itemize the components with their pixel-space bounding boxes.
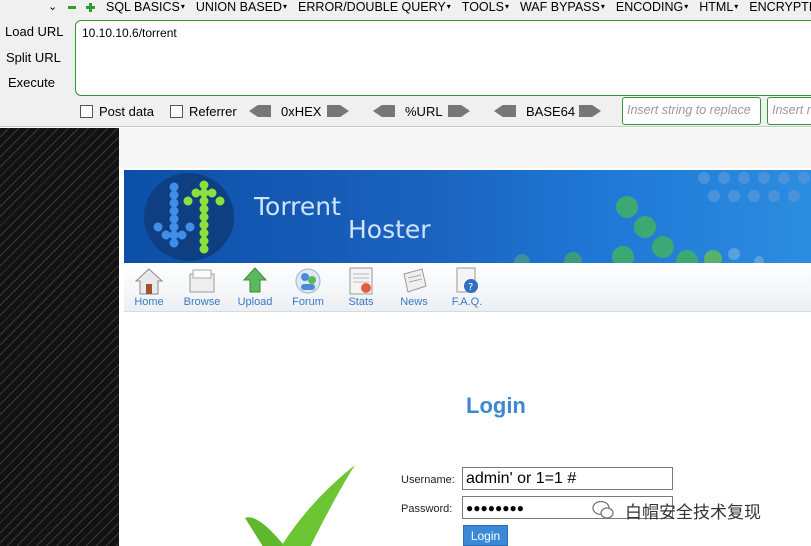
decor-dot	[708, 190, 720, 202]
checkmark-icon	[245, 465, 355, 546]
decor-dot	[728, 190, 740, 202]
screenshot-root: ⌄ SQL BASICS UNION BASED ERROR/DOUBLE QU…	[0, 0, 811, 546]
decor-dot	[634, 216, 656, 238]
menu-encoding[interactable]: ENCODING	[616, 0, 688, 14]
base64-label: BASE64	[526, 104, 576, 119]
base64-encode-arrow-icon[interactable]	[579, 105, 601, 117]
menu-sql-basics[interactable]: SQL BASICS	[106, 0, 185, 14]
hackbar-options-row: Post data Referrer 0xHEX %URL BASE64 Ins…	[0, 97, 811, 127]
nav-home[interactable]: Home	[127, 266, 171, 308]
brand-line-1: Torrent	[254, 192, 341, 221]
login-button[interactable]: Login	[463, 525, 508, 546]
decor-dot	[514, 254, 530, 263]
menu-union-based[interactable]: UNION BASED	[196, 0, 287, 14]
plus-icon[interactable]	[86, 3, 95, 12]
decor-dot	[564, 252, 582, 263]
decor-dot	[778, 172, 790, 184]
nav-forum[interactable]: Forum	[286, 266, 330, 308]
decor-dot	[748, 190, 760, 202]
minus-icon[interactable]	[68, 6, 76, 9]
nav-browse[interactable]: Browse	[180, 266, 224, 308]
stats-icon	[349, 267, 373, 295]
decor-dot	[718, 172, 730, 184]
nav-forum-label: Forum	[292, 296, 324, 308]
decor-dot	[612, 246, 634, 263]
replace-string-input[interactable]: Insert string to replace	[622, 97, 761, 125]
page-top-strip	[119, 128, 811, 168]
url-textarea[interactable]: 10.10.10.6/torrent	[75, 20, 811, 96]
base64-decode-arrow-icon[interactable]	[494, 105, 516, 117]
username-label: Username:	[401, 474, 455, 486]
url-decode-arrow-icon[interactable]	[373, 105, 395, 117]
password-label: Password:	[401, 503, 453, 515]
username-input[interactable]: admin' or 1=1 #	[462, 467, 673, 490]
menu-waf-bypass[interactable]: WAF BYPASS	[520, 0, 605, 14]
nav-upload[interactable]: Upload	[233, 266, 277, 308]
url-value: 10.10.10.6/torrent	[82, 26, 177, 40]
decor-dot	[798, 172, 810, 184]
decor-dot	[754, 256, 764, 263]
load-url-button[interactable]: Load URL	[5, 24, 77, 39]
decor-dot	[652, 236, 674, 258]
torrent-logo-icon	[144, 173, 234, 261]
site-banner: Torrent Hoster	[124, 170, 811, 263]
url-enc-label: %URL	[405, 104, 443, 119]
url-encode-arrow-icon[interactable]	[448, 105, 470, 117]
wechat-icon	[592, 500, 614, 519]
referrer-label: Referrer	[189, 104, 237, 119]
upload-icon	[242, 267, 268, 293]
decor-dot	[758, 172, 770, 184]
nav-stats[interactable]: Stats	[339, 266, 383, 308]
svg-text:?: ?	[468, 282, 473, 293]
decor-dot	[768, 190, 780, 202]
menu-error-double-query[interactable]: ERROR/DOUBLE QUERY	[298, 0, 451, 14]
post-data-label: Post data	[99, 104, 154, 119]
menu-encryption[interactable]: ENCRYPTION	[749, 0, 811, 14]
forum-icon	[295, 268, 321, 294]
nav-news[interactable]: News	[392, 266, 436, 308]
home-icon	[135, 268, 163, 295]
menu-tools[interactable]: TOOLS	[462, 0, 509, 14]
nav-stats-label: Stats	[348, 296, 374, 308]
decor-dot	[698, 172, 710, 184]
nav-upload-label: Upload	[237, 296, 273, 308]
web-page: Torrent Hoster Home Browse Upload Forum …	[119, 128, 811, 546]
nav-news-label: News	[400, 296, 428, 308]
brand-line-2: Hoster	[348, 215, 431, 244]
nav-faq-label: F.A.Q.	[451, 296, 483, 308]
faq-icon: ?	[456, 267, 478, 293]
split-url-button[interactable]: Split URL	[6, 50, 78, 65]
news-icon	[403, 268, 427, 293]
menu-html[interactable]: HTML	[699, 0, 738, 14]
hex-label: 0xHEX	[281, 104, 322, 119]
decor-dot	[738, 172, 750, 184]
hackbar-panel: ⌄ SQL BASICS UNION BASED ERROR/DOUBLE QU…	[0, 0, 811, 127]
hex-encode-arrow-icon[interactable]	[327, 105, 349, 117]
left-side-panel	[0, 128, 119, 546]
site-nav: Home Browse Upload Forum Stats News ? F.…	[124, 264, 811, 312]
referrer-checkbox[interactable]	[170, 105, 183, 118]
hackbar-menubar: ⌄ SQL BASICS UNION BASED ERROR/DOUBLE QU…	[0, 0, 811, 16]
login-title: Login	[466, 393, 526, 418]
browse-icon	[189, 269, 215, 293]
decor-dot	[788, 190, 800, 202]
nav-browse-label: Browse	[183, 296, 221, 308]
nav-faq[interactable]: ? F.A.Q.	[445, 266, 489, 308]
hex-decode-arrow-icon[interactable]	[249, 105, 271, 117]
decor-dot	[616, 196, 638, 218]
decor-dot	[676, 250, 698, 263]
replacing-string-input[interactable]: Insert replacing string	[767, 97, 811, 125]
collapse-chevron-icon[interactable]: ⌄	[48, 0, 57, 13]
decor-dot	[704, 250, 722, 263]
execute-button[interactable]: Execute	[8, 75, 80, 90]
decor-dot	[728, 248, 740, 260]
post-data-checkbox[interactable]	[80, 105, 93, 118]
watermark-text: 白帽安全技术复现	[625, 503, 761, 523]
nav-home-label: Home	[134, 296, 164, 308]
